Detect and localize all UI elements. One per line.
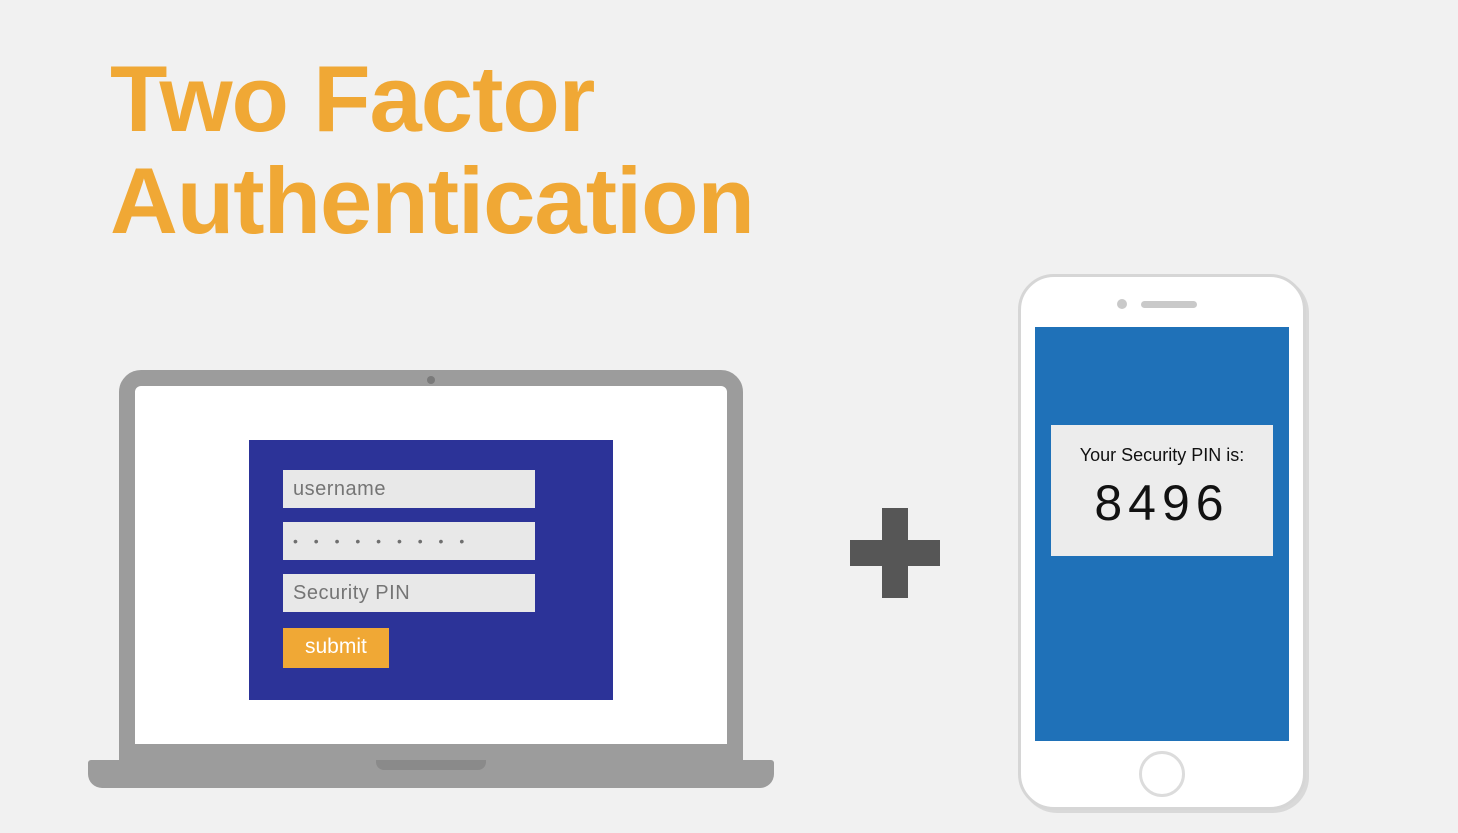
submit-button[interactable]: submit [283,628,389,668]
phone-speaker-icon [1141,301,1197,308]
password-input[interactable] [283,522,535,560]
pin-notification-card: Your Security PIN is: 8496 [1051,425,1273,556]
laptop-base [88,760,774,788]
page-title: Two Factor Authentication [110,48,754,251]
username-input[interactable] [283,470,535,508]
laptop-camera-icon [427,376,435,384]
security-pin-input[interactable] [283,574,535,612]
pin-label: Your Security PIN is: [1061,445,1263,466]
login-form-panel: submit [249,440,613,700]
phone-screen: Your Security PIN is: 8496 [1035,327,1289,741]
laptop-screen: submit [119,370,743,760]
laptop-illustration: submit [88,370,774,788]
phone-illustration: Your Security PIN is: 8496 [1018,274,1306,810]
phone-home-button-icon [1139,751,1185,797]
phone-camera-icon [1117,299,1127,309]
pin-value: 8496 [1061,474,1263,532]
plus-icon [850,508,940,598]
title-line-1: Two Factor [110,48,754,150]
laptop-hinge-notch [376,760,486,770]
title-line-2: Authentication [110,150,754,252]
